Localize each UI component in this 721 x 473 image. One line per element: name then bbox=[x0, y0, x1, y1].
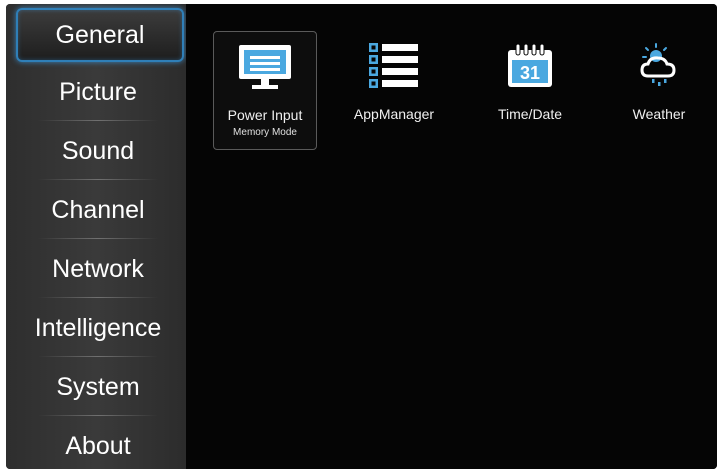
weather-icon bbox=[608, 41, 710, 91]
general-settings-panel: Power Input Memory Mode AppManager 31 Ti… bbox=[186, 4, 717, 469]
tile-power-input[interactable]: Power Input Memory Mode bbox=[213, 31, 317, 150]
settings-sidebar: General Picture Sound Channel Network In… bbox=[6, 4, 186, 469]
sidebar-item-channel[interactable]: Channel bbox=[16, 185, 180, 239]
tile-weather[interactable]: Weather bbox=[608, 31, 710, 148]
sidebar-item-general[interactable]: General bbox=[16, 8, 184, 62]
sidebar-item-system[interactable]: System bbox=[16, 362, 180, 416]
sidebar-item-sound[interactable]: Sound bbox=[16, 126, 180, 180]
sidebar-item-picture[interactable]: Picture bbox=[16, 67, 180, 121]
tv-screen: General Picture Sound Channel Network In… bbox=[6, 4, 717, 469]
tile-label: Weather bbox=[632, 106, 686, 122]
calendar-day-text: 31 bbox=[520, 63, 540, 83]
tile-sublabel: Memory Mode bbox=[233, 127, 297, 138]
sidebar-item-about[interactable]: About bbox=[16, 421, 180, 469]
tile-label: Time/Date bbox=[497, 106, 563, 122]
tile-label: AppManager bbox=[353, 106, 435, 122]
tile-time-date[interactable]: 31 Time/Date bbox=[479, 31, 581, 148]
sidebar-item-intelligence[interactable]: Intelligence bbox=[16, 303, 180, 357]
tile-label: Power Input bbox=[227, 107, 303, 123]
sidebar-item-network[interactable]: Network bbox=[16, 244, 180, 298]
tile-app-manager[interactable]: AppManager bbox=[343, 31, 445, 148]
calendar-icon: 31 bbox=[479, 41, 581, 91]
monitor-icon bbox=[214, 42, 316, 92]
list-icon bbox=[343, 41, 445, 91]
